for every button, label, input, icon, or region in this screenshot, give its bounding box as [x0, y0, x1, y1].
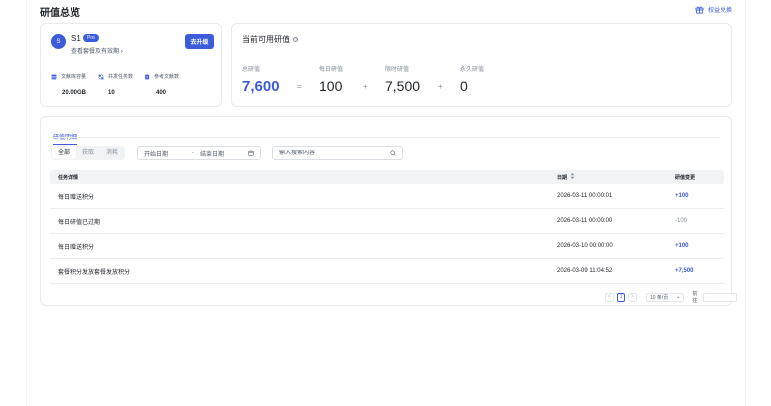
row-change: -100 — [675, 218, 688, 224]
plus-sign: + — [438, 82, 443, 91]
divider — [51, 137, 721, 138]
filter-spend[interactable]: 消耗 — [100, 147, 124, 159]
date-range-picker[interactable]: 开始日期 - 结束日期 — [137, 146, 261, 160]
filter-earn[interactable]: 获取 — [76, 147, 100, 159]
equals-sign: = — [297, 82, 302, 91]
goto-page-input[interactable] — [703, 292, 738, 302]
metric-value: 100 — [319, 78, 343, 94]
row-date: 2026-03-11 00:00:01 — [557, 193, 613, 199]
quota-label: 参考文献数 — [154, 74, 180, 80]
document-icon — [145, 74, 150, 79]
upgrade-button[interactable]: 去升级 — [185, 34, 214, 49]
row-date: 2026-03-10 00:00:00 — [557, 243, 613, 249]
table-row: 每日研值已过期 2026-03-11 00:00:00 -100 — [50, 209, 724, 234]
start-date-input[interactable]: 开始日期 — [144, 149, 192, 158]
info-icon[interactable]: ? — [293, 37, 298, 42]
user-card: S S1 Pro 查看套餐及有效期 › 去升级 文献库容量 20.00GB 并发… — [40, 23, 222, 107]
page-number[interactable]: 1 — [616, 292, 626, 302]
filter-all[interactable]: 全部 — [52, 147, 77, 159]
metric-value: 7,500 — [385, 78, 421, 94]
quota-label: 并发任务数 — [108, 74, 134, 80]
quota-value: 20.00GB — [62, 90, 87, 96]
goto-label: 前往 — [692, 291, 698, 304]
row-date: 2026-03-09 11:04:52 — [557, 268, 613, 274]
quota-value: 400 — [156, 90, 167, 96]
row-task: 每日研值已过期 — [58, 219, 101, 226]
quota-tasks: 并发任务数 10 — [98, 73, 133, 96]
balance-title: 当前可用研值 ? — [242, 34, 298, 45]
col-date-label: 日期 — [557, 174, 568, 181]
metric-value: 7,600 — [242, 78, 280, 95]
row-task: 套餐积分发放套餐发放积分 — [58, 269, 131, 276]
table-header: 任务详情 日期 研值变更 — [50, 170, 724, 184]
quota-label: 文献库容量 — [61, 74, 87, 80]
row-change: +100 — [675, 193, 689, 199]
metric-value: 0 — [460, 78, 468, 94]
tab-detail[interactable]: 研值明细 — [53, 132, 78, 145]
metric-label: 永久研值 — [460, 67, 485, 73]
quota-references: 参考文献数 400 — [144, 73, 179, 96]
user-name: S1 — [71, 34, 81, 43]
plus-sign: + — [363, 82, 368, 91]
chevron-down-icon: ⌄ — [676, 294, 681, 300]
metric-permanent: 永久研值 0 — [460, 64, 484, 94]
table-row: 套餐积分发放套餐发放积分 2026-03-09 11:04:52 +7,500 — [50, 259, 724, 284]
detail-card: 研值明细 全部 获取 消耗 开始日期 - 结束日期 任务详情 日期 研值变更 每… — [40, 116, 738, 306]
metric-label: 限时研值 — [385, 67, 410, 73]
search-box — [272, 146, 403, 160]
detail-tabs: 研值明细 — [53, 126, 78, 145]
page-size-select[interactable]: 10 条/页 ⌄ — [645, 292, 685, 302]
date-separator: - — [192, 150, 194, 156]
avatar[interactable]: S — [51, 34, 66, 49]
row-change: +7,500 — [675, 268, 694, 274]
sort-icon[interactable] — [570, 173, 575, 181]
calendar-icon — [248, 150, 254, 156]
row-date: 2026-03-11 00:00:00 — [557, 218, 613, 224]
end-date-input[interactable]: 结束日期 — [200, 149, 248, 158]
row-change: +100 — [675, 243, 689, 249]
plan-link-label: 查看套餐及有效期 — [71, 49, 120, 55]
filter-segment: 全部 获取 消耗 — [51, 146, 126, 160]
metric-label: 每日研值 — [319, 67, 344, 73]
table-row: 每日赠送积分 2026-03-10 00:00:00 +100 — [50, 234, 724, 259]
metric-daily: 每日研值 100 — [319, 64, 343, 94]
col-task: 任务详情 — [58, 174, 79, 181]
row-task: 每日赠送积分 — [58, 194, 95, 201]
redeem-label: 权益兑换 — [707, 8, 732, 14]
metric-total: 总研值 7,600 — [242, 64, 280, 95]
tasks-icon — [98, 73, 104, 80]
metric-label: 总研值 — [242, 67, 261, 73]
gift-icon — [695, 6, 704, 14]
quota-value: 10 — [108, 90, 115, 96]
goto-page: 前往 — [692, 290, 738, 304]
redeem-link[interactable]: 权益兑换 — [695, 5, 732, 14]
plan-link[interactable]: 查看套餐及有效期 › — [71, 46, 123, 55]
row-task: 每日赠送积分 — [58, 244, 95, 251]
balance-title-label: 当前可用研值 — [242, 35, 290, 44]
next-page-button[interactable]: > — [628, 292, 637, 302]
pro-badge: Pro — [83, 34, 99, 42]
detail-table: 任务详情 日期 研值变更 每日赠送积分 2026-03-11 00:00:01 … — [50, 170, 724, 284]
metric-limited: 限时研值 7,500 — [385, 64, 420, 94]
prev-page-button[interactable]: < — [605, 292, 614, 302]
database-icon — [51, 74, 57, 79]
col-change: 研值变更 — [675, 174, 696, 181]
page-size-label: 10 条/页 — [649, 294, 669, 301]
balance-card: 当前可用研值 ? 总研值 7,600 = 每日研值 100 + 限时研值 7,5… — [231, 23, 732, 107]
search-icon[interactable] — [390, 150, 396, 156]
chevron-right-icon: › — [120, 49, 123, 55]
quota-library: 文献库容量 20.00GB — [51, 73, 86, 96]
col-date[interactable]: 日期 — [549, 173, 673, 181]
table-row: 每日赠送积分 2026-03-11 00:00:01 +100 — [50, 184, 724, 209]
page-title: 研值总览 — [40, 8, 80, 19]
search-input[interactable] — [279, 150, 379, 156]
pagination: < 1 > 10 条/页 ⌄ 前往 — [605, 290, 738, 304]
